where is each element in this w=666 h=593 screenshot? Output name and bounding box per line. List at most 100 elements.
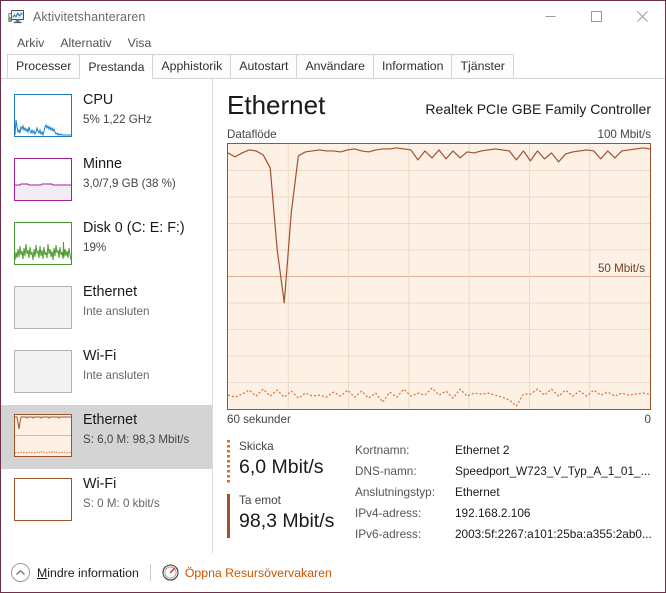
sidebar-item-text: Disk 0 (C: E: F:) 19% — [83, 219, 185, 256]
menu-bar: Arkiv Alternativ Visa — [1, 32, 665, 54]
sidebar-item-sub: Inte ansluten — [83, 305, 150, 318]
sidebar-item-sub: Inte ansluten — [83, 369, 150, 382]
menu-item-alternativ[interactable]: Alternativ — [52, 32, 119, 54]
info-key-kortnamn: Kortnamn: — [355, 443, 410, 457]
throughput-stats: Skicka 6,0 Mbit/s Ta emot 98,3 Mbit/s — [227, 438, 355, 546]
cpu-thumbnail-graph — [14, 94, 72, 137]
tab-strip: Processer Prestanda Apphistorik Autostar… — [1, 54, 665, 79]
sidebar-item-wifi-active[interactable]: Wi-Fi S: 0 M: 0 kbit/s — [1, 469, 212, 533]
task-manager-window: Aktivitetshanteraren Arkiv Alternativ Vi… — [0, 0, 666, 593]
tab-information[interactable]: Information — [372, 54, 453, 78]
sidebar-item-sub: S: 6,0 M: 98,3 Mbit/s — [83, 433, 190, 446]
send-stat: Skicka 6,0 Mbit/s — [227, 438, 355, 484]
send-label: Skicka — [239, 439, 274, 453]
task-manager-icon — [8, 8, 26, 26]
sidebar-item-title: Wi-Fi — [83, 476, 117, 492]
sidebar-item-disk[interactable]: Disk 0 (C: E: F:) 19% — [1, 213, 212, 277]
throughput-graph: 50 Mbit/s — [227, 143, 651, 410]
less-info-accel: M — [37, 565, 48, 580]
throughput-graph-svg — [228, 144, 650, 409]
info-key-dns-namn: DNS-namn: — [355, 464, 417, 478]
memory-thumbnail-graph — [14, 158, 72, 201]
sidebar-item-title: Wi-Fi — [83, 348, 117, 364]
menu-item-visa[interactable]: Visa — [120, 32, 160, 54]
info-key-anslutningstyp: Anslutningstyp: — [355, 485, 436, 499]
adapter-name: Realtek PCIe GBE Family Controller — [425, 101, 651, 117]
maximize-button[interactable] — [573, 1, 619, 32]
sidebar-item-sub: 19% — [83, 241, 107, 254]
tab-tjanster[interactable]: Tjänster — [451, 54, 514, 78]
less-info-rest: indre information — [47, 565, 139, 580]
resource-sidebar: CPU 5% 1,22 GHz Minne 3,0/7,9 GB (38 %) — [1, 79, 213, 553]
ethernet-disconnected-thumbnail-graph — [14, 286, 72, 329]
receive-value: 98,3 Mbit/s — [239, 510, 335, 532]
sidebar-item-title: Minne — [83, 156, 122, 172]
tab-prestanda[interactable]: Prestanda — [79, 54, 154, 79]
tab-autostart[interactable]: Autostart — [230, 54, 298, 78]
menu-item-arkiv[interactable]: Arkiv — [9, 32, 52, 54]
window-title: Aktivitetshanteraren — [33, 9, 146, 24]
graph-max-label: 100 Mbit/s — [597, 128, 652, 141]
info-value-ipv4-adress: 192.168.2.106 — [455, 506, 531, 520]
sidebar-item-cpu[interactable]: CPU 5% 1,22 GHz — [1, 85, 212, 149]
send-value: 6,0 Mbit/s — [239, 456, 324, 478]
info-key-ipv6-adress: IPv6-adress: — [355, 527, 422, 541]
disk-thumbnail-graph — [14, 222, 72, 265]
graph-axis-labels: 60 sekunder 0 — [227, 413, 651, 426]
info-value-dns-namn: Speedport_W723_V_Typ_A_1_01_... — [455, 464, 651, 478]
resource-monitor-icon[interactable] — [162, 564, 179, 581]
sidebar-item-text: Minne 3,0/7,9 GB (38 %) — [83, 155, 176, 192]
sidebar-item-text: Ethernet S: 6,0 M: 98,3 Mbit/s — [83, 411, 189, 448]
tab-apphistorik[interactable]: Apphistorik — [152, 54, 232, 78]
performance-detail-panel: Ethernet Realtek PCIe GBE Family Control… — [213, 79, 665, 553]
ethernet-active-thumbnail-graph — [14, 414, 72, 457]
receive-label: Ta emot — [239, 493, 281, 507]
graph-header-labels: Dataflöde 100 Mbit/s — [227, 128, 651, 141]
less-info-button[interactable]: Mindre information — [37, 566, 139, 580]
receive-stat: Ta emot 98,3 Mbit/s — [227, 492, 355, 538]
chevron-up-icon[interactable] — [11, 563, 30, 582]
send-series — [228, 387, 650, 407]
graph-mid-label: 50 Mbit/s — [597, 261, 645, 275]
sidebar-item-title: Ethernet — [83, 284, 138, 300]
receive-stat-text: Ta emot 98,3 Mbit/s — [239, 492, 334, 538]
info-value-anslutningstyp: Ethernet — [455, 485, 500, 499]
send-stat-text: Skicka 6,0 Mbit/s — [239, 438, 324, 484]
status-bar: Mindre information Öppna Resursövervakar… — [1, 553, 665, 592]
sidebar-item-sub: 3,0/7,9 GB (38 %) — [83, 177, 176, 190]
sidebar-item-minne[interactable]: Minne 3,0/7,9 GB (38 %) — [1, 149, 212, 213]
panel-header: Ethernet Realtek PCIe GBE Family Control… — [227, 89, 651, 121]
minimize-button[interactable] — [527, 1, 573, 32]
sidebar-item-title: Ethernet — [83, 412, 138, 428]
axis-left-label: 60 sekunder — [227, 413, 291, 426]
sidebar-item-title: CPU — [83, 92, 114, 108]
close-button[interactable] — [619, 1, 665, 32]
sidebar-item-sub: S: 0 M: 0 kbit/s — [83, 497, 160, 510]
sidebar-item-ethernet-active[interactable]: Ethernet S: 6,0 M: 98,3 Mbit/s — [1, 405, 212, 469]
send-color-marker — [227, 440, 230, 484]
sidebar-item-text: Wi-Fi Inte ansluten — [83, 347, 149, 384]
sidebar-item-sub: 5% 1,22 GHz — [83, 113, 152, 126]
graph-label: Dataflöde — [227, 128, 277, 141]
info-value-kortnamn: Ethernet 2 — [455, 443, 510, 457]
content-body: CPU 5% 1,22 GHz Minne 3,0/7,9 GB (38 %) — [1, 79, 665, 553]
receive-series — [228, 147, 650, 304]
adapter-info-list: Kortnamn: Ethernet 2 DNS-namn: Speedport… — [355, 438, 651, 546]
receive-color-marker — [227, 494, 230, 538]
sidebar-item-text: Ethernet Inte ansluten — [83, 283, 149, 320]
wifi-disconnected-thumbnail-graph — [14, 350, 72, 393]
tab-anvandare[interactable]: Användare — [296, 54, 374, 78]
info-key-ipv4-adress: IPv4-adress: — [355, 506, 422, 520]
axis-right-label: 0 — [644, 413, 651, 426]
wifi-active-thumbnail-graph — [14, 478, 72, 521]
sidebar-item-wifi-disconnected[interactable]: Wi-Fi Inte ansluten — [1, 341, 212, 405]
tab-processer[interactable]: Processer — [7, 54, 81, 78]
info-value-ipv6-adress: 2003:5f:2267:a101:25ba:a355:2ab0... — [455, 527, 651, 541]
stats-area: Skicka 6,0 Mbit/s Ta emot 98,3 Mbit/s Ko… — [227, 438, 651, 546]
sidebar-item-text: Wi-Fi S: 0 M: 0 kbit/s — [83, 475, 160, 512]
window-controls — [527, 1, 665, 32]
open-resource-monitor-link[interactable]: Öppna Resursövervakaren — [185, 566, 332, 580]
page-title: Ethernet — [227, 90, 326, 120]
sidebar-item-ethernet-disconnected[interactable]: Ethernet Inte ansluten — [1, 277, 212, 341]
footer-divider — [149, 564, 151, 581]
